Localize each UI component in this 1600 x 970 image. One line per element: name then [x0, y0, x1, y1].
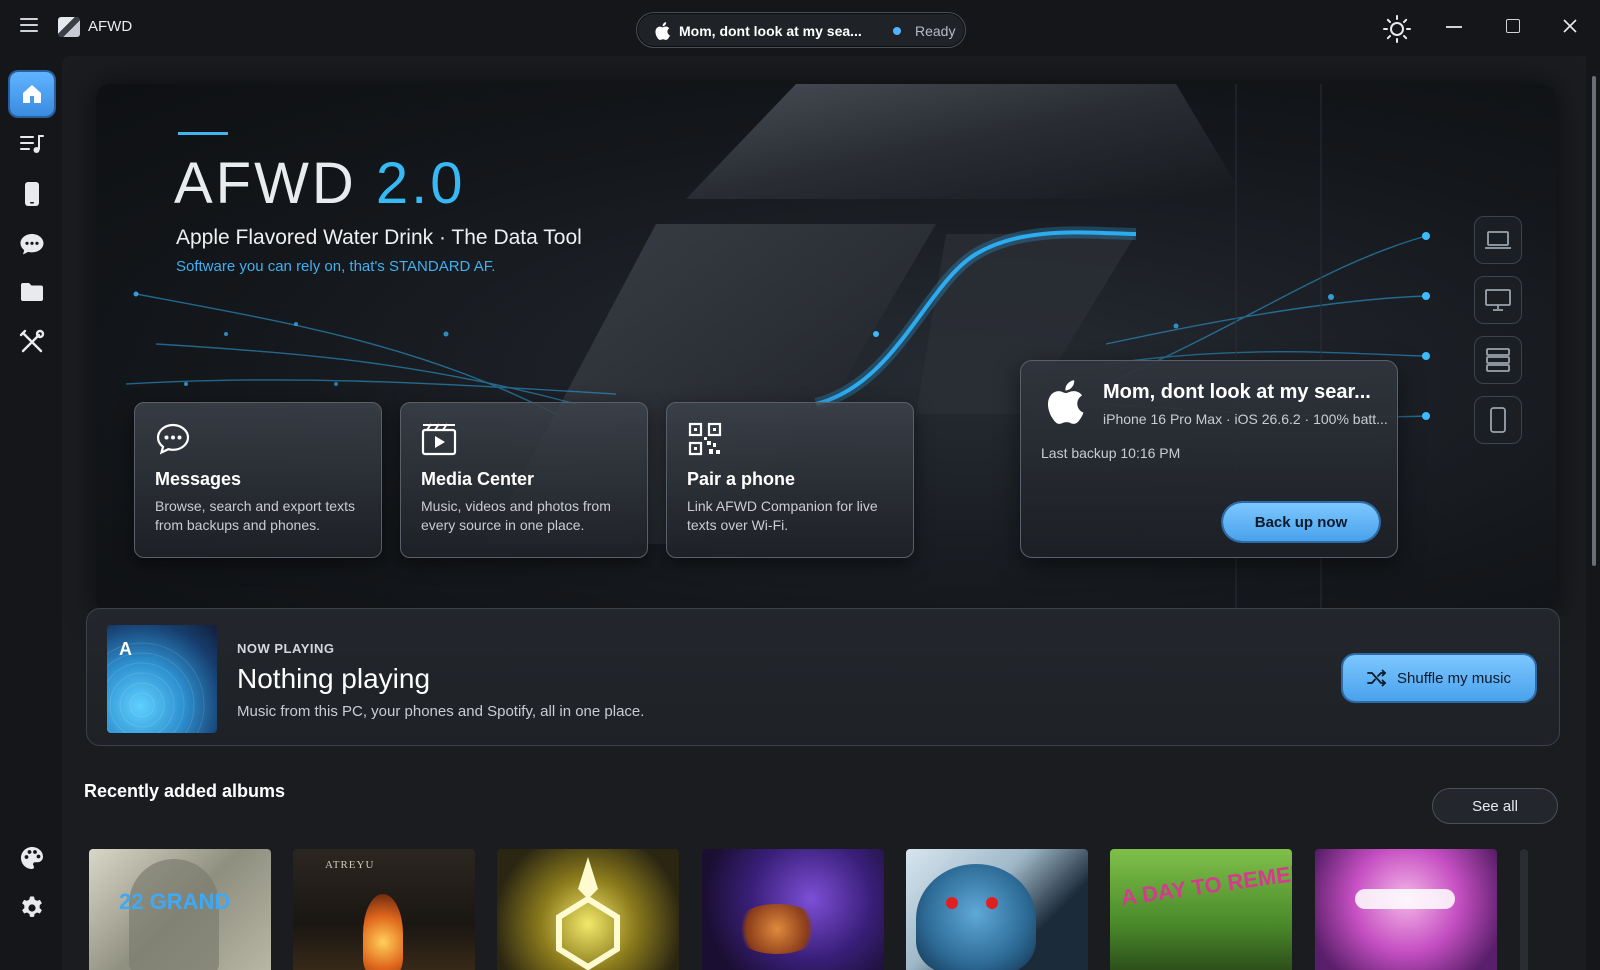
album-cover-1[interactable]: 22 GRAND [89, 849, 271, 970]
music-queue-icon [20, 135, 44, 153]
pair-phone-card-title: Pair a phone [687, 469, 796, 489]
monitor-icon [1485, 289, 1511, 311]
album-cover-3[interactable] [497, 849, 679, 970]
device-name: Mom, dont look at my sear... [1103, 381, 1371, 403]
media-center-card[interactable]: Media Center Music, videos and photos fr… [400, 402, 648, 558]
album-cover-5[interactable] [906, 849, 1088, 970]
close-button[interactable] [1562, 18, 1578, 34]
apple-icon [655, 22, 670, 40]
album-cover-5-face [916, 864, 1036, 970]
media-center-card-title: Media Center [421, 469, 535, 489]
laptop-icon [1485, 231, 1511, 249]
now-playing-title: Nothing playing [237, 663, 431, 694]
media-play-icon [421, 423, 457, 456]
shuffle-button-label: Shuffle my music [1397, 669, 1511, 687]
home-icon [23, 85, 41, 103]
app-logo [58, 17, 80, 37]
sidebar [0, 56, 62, 970]
pair-phone-card-description: Link AFWD Companion for live texts over … [687, 498, 878, 533]
now-playing-subtitle: Music from this PC, your phones and Spot… [237, 703, 645, 720]
album-cover-8-partial[interactable] [1520, 849, 1528, 970]
hero-title: AFWD 2.0 [174, 150, 466, 217]
connected-device-card: Mom, dont look at my sear... iPhone 16 P… [1020, 360, 1398, 558]
album-cover-6[interactable]: A DAY TO REMEMBER [1110, 849, 1292, 970]
album-cover-5-eye-left [946, 897, 958, 909]
folder-icon [21, 283, 43, 301]
shuffle-icon [1367, 669, 1387, 687]
nav-messages[interactable] [10, 222, 54, 266]
album-cover-7[interactable] [1315, 849, 1497, 970]
messages-card-description: Browse, search and export texts from bac… [155, 498, 355, 533]
hero-version: 2.0 [375, 151, 466, 216]
chat-bubble-icon [156, 423, 190, 455]
nav-files[interactable] [10, 270, 54, 314]
hero-subtitle: Apple Flavored Water Drink · The Data To… [176, 226, 582, 249]
status-dot [893, 27, 901, 35]
tools-icon [19, 329, 45, 353]
album-cover-4[interactable] [702, 849, 884, 970]
app-name: AFWD [88, 18, 133, 35]
nav-tools[interactable] [10, 320, 54, 364]
hero-accent-line [178, 132, 228, 135]
main-content: AFWD 2.0 Apple Flavored Water Drink · Th… [62, 56, 1586, 970]
apple-icon [1047, 380, 1084, 424]
album-cover-1-text: 22 GRAND [119, 889, 231, 914]
messages-card-title: Messages [155, 469, 242, 489]
maximize-button[interactable] [1506, 19, 1520, 33]
device-info: iPhone 16 Pro Max · iOS 26.6.2 · 100% ba… [1103, 411, 1388, 427]
album-cover-2[interactable]: ATREYU [293, 849, 475, 970]
now-playing-artwork: A [107, 625, 217, 733]
minimize-button[interactable] [1446, 26, 1462, 28]
nav-music[interactable] [10, 122, 54, 166]
side-device-desktop[interactable] [1474, 276, 1522, 324]
album-cover-4-nebula [732, 904, 822, 954]
last-backup-text: Last backup 10:16 PM [1041, 445, 1181, 461]
qr-code-icon [688, 422, 722, 456]
artwork-letter: A [119, 639, 132, 659]
see-all-button[interactable]: See all [1432, 788, 1558, 824]
gear-icon [22, 896, 42, 917]
album-cover-7-glasses [1355, 889, 1455, 909]
side-device-phone[interactable] [1474, 396, 1522, 444]
albums-section-title: Recently added albums [84, 781, 286, 801]
messages-card[interactable]: Messages Browse, search and export texts… [134, 402, 382, 558]
main-scrollbar[interactable] [1592, 76, 1596, 566]
phone-icon [1490, 407, 1506, 433]
hero-tagline: Software you can rely on, that's STANDAR… [176, 258, 496, 275]
album-cover-2-text: ATREYU [325, 859, 375, 871]
nav-themes[interactable] [10, 836, 54, 880]
album-cover-6-text: A DAY TO REMEMBER [1119, 852, 1292, 911]
media-center-card-description: Music, videos and photos from every sour… [421, 498, 611, 533]
chat-icon [20, 234, 44, 255]
side-device-laptop[interactable] [1474, 216, 1522, 264]
nav-home[interactable] [10, 72, 54, 116]
nav-devices[interactable] [10, 172, 54, 216]
pair-phone-card[interactable]: Pair a phone Link AFWD Companion for liv… [666, 402, 914, 558]
now-playing-panel: A NOW PLAYING Nothing playing Music from… [86, 608, 1560, 746]
back-up-now-button[interactable]: Back up now [1223, 503, 1379, 541]
hero-banner: AFWD 2.0 Apple Flavored Water Drink · Th… [96, 84, 1556, 614]
server-icon [1486, 348, 1510, 372]
album-cover-3-art [556, 857, 620, 970]
side-device-server[interactable] [1474, 336, 1522, 384]
hamburger-menu-icon[interactable] [20, 18, 38, 32]
now-playing-label: NOW PLAYING [237, 641, 335, 656]
phone-icon [25, 182, 39, 206]
device-pill-name: Mom, dont look at my sea... [679, 23, 862, 39]
shuffle-music-button[interactable]: Shuffle my music [1343, 655, 1535, 701]
theme-toggle-sun-icon[interactable] [1383, 15, 1411, 43]
device-status-pill[interactable]: Mom, dont look at my sea... Ready [636, 12, 966, 48]
title-bar: AFWD Mom, dont look at my sea... Ready [0, 0, 1600, 56]
album-cover-2-flame [363, 894, 403, 970]
palette-icon [21, 847, 43, 869]
nav-settings[interactable] [10, 886, 54, 930]
album-cover-5-eye-right [986, 897, 998, 909]
device-pill-status: Ready [915, 23, 956, 39]
hero-title-name: AFWD [174, 151, 357, 216]
